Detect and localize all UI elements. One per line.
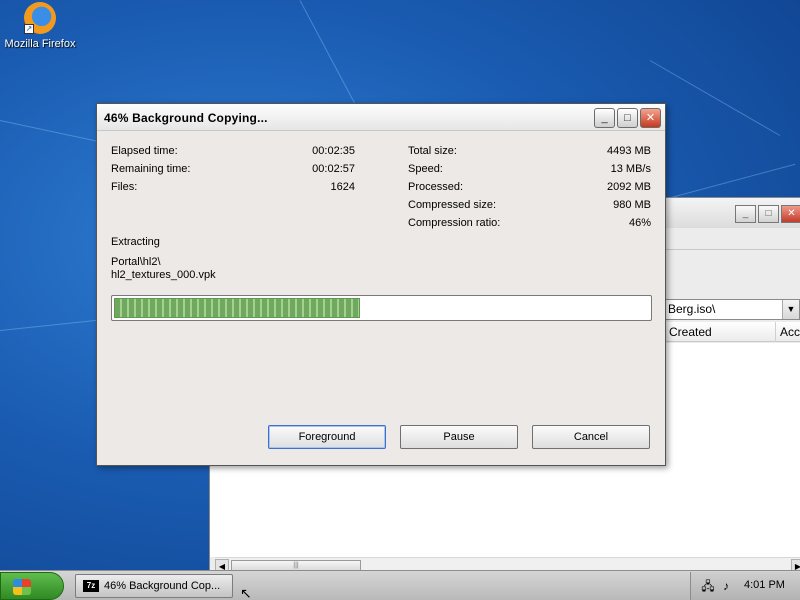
chevron-down-icon[interactable]: ▼ [782, 300, 799, 319]
path-text: Berg.iso\ [668, 302, 716, 316]
network-icon[interactable]: 🖧 [701, 579, 715, 593]
start-button[interactable] [0, 572, 64, 600]
remaining-time-value: 00:02:57 [312, 163, 355, 175]
files-label: Files: [111, 181, 138, 193]
copy-progress-dialog: 46% Background Copying... _ □ ✕ Elapsed … [96, 103, 666, 466]
minimize-button[interactable]: _ [594, 108, 615, 128]
taskbar-item-label: 46% Background Cop... [104, 580, 221, 592]
mouse-cursor-icon: ↖ [240, 585, 252, 600]
cancel-button[interactable]: Cancel [532, 425, 650, 449]
total-size-value: 4493 MB [606, 145, 651, 157]
column-header-row: Created Acc [665, 322, 800, 342]
dialog-title: 46% Background Copying... [104, 111, 268, 125]
remaining-time-label: Remaining time: [111, 163, 191, 175]
speed-label: Speed: [408, 163, 443, 175]
pause-button[interactable]: Pause [400, 425, 518, 449]
taskbar: 7z 46% Background Cop... 🖧 ♪ 4:01 PM [0, 570, 800, 600]
volume-icon[interactable]: ♪ [719, 579, 733, 593]
dialog-titlebar[interactable]: 46% Background Copying... _ □ ✕ [97, 104, 665, 131]
current-file: hl2_textures_000.vpk [111, 269, 216, 281]
background-close-button[interactable]: ✕ [781, 205, 800, 223]
taskbar-item-7zip[interactable]: 7z 46% Background Cop... [75, 574, 233, 598]
elapsed-time-label: Elapsed time: [111, 145, 178, 157]
processed-label: Processed: [408, 181, 464, 193]
shortcut-arrow-icon: ↗ [24, 24, 34, 34]
close-button[interactable]: ✕ [640, 108, 661, 128]
system-tray: 🖧 ♪ 4:01 PM [690, 572, 800, 600]
background-minimize-button[interactable]: _ [735, 205, 756, 223]
maximize-button[interactable]: □ [617, 108, 638, 128]
7zip-icon: 7z [83, 580, 99, 592]
compressed-size-label: Compressed size: [408, 199, 497, 211]
speed-value: 13 MB/s [610, 163, 651, 175]
windows-logo-icon [13, 579, 31, 595]
progress-bar-fill [114, 298, 361, 318]
total-size-label: Total size: [408, 145, 457, 157]
compression-ratio-value: 46% [628, 217, 651, 229]
firefox-icon: ↗ [24, 2, 56, 34]
processed-value: 2092 MB [606, 181, 651, 193]
current-directory: Portal\hl2\ [111, 256, 161, 268]
background-maximize-button[interactable]: □ [758, 205, 779, 223]
path-combobox[interactable]: Berg.iso\ ▼ [665, 299, 800, 320]
desktop-icon-firefox[interactable]: ↗ Mozilla Firefox [4, 2, 76, 50]
progress-bar [111, 295, 652, 321]
elapsed-time-value: 00:02:35 [312, 145, 355, 157]
column-accessed[interactable]: Acc [775, 322, 800, 342]
files-value: 1624 [330, 181, 355, 193]
operation-label: Extracting [111, 236, 160, 248]
clock[interactable]: 4:01 PM [744, 579, 785, 591]
compressed-size-value: 980 MB [613, 199, 651, 211]
foreground-button[interactable]: Foreground [268, 425, 386, 449]
compression-ratio-label: Compression ratio: [408, 217, 501, 229]
desktop-icon-label: Mozilla Firefox [4, 38, 76, 50]
column-created[interactable]: Created [665, 322, 770, 342]
